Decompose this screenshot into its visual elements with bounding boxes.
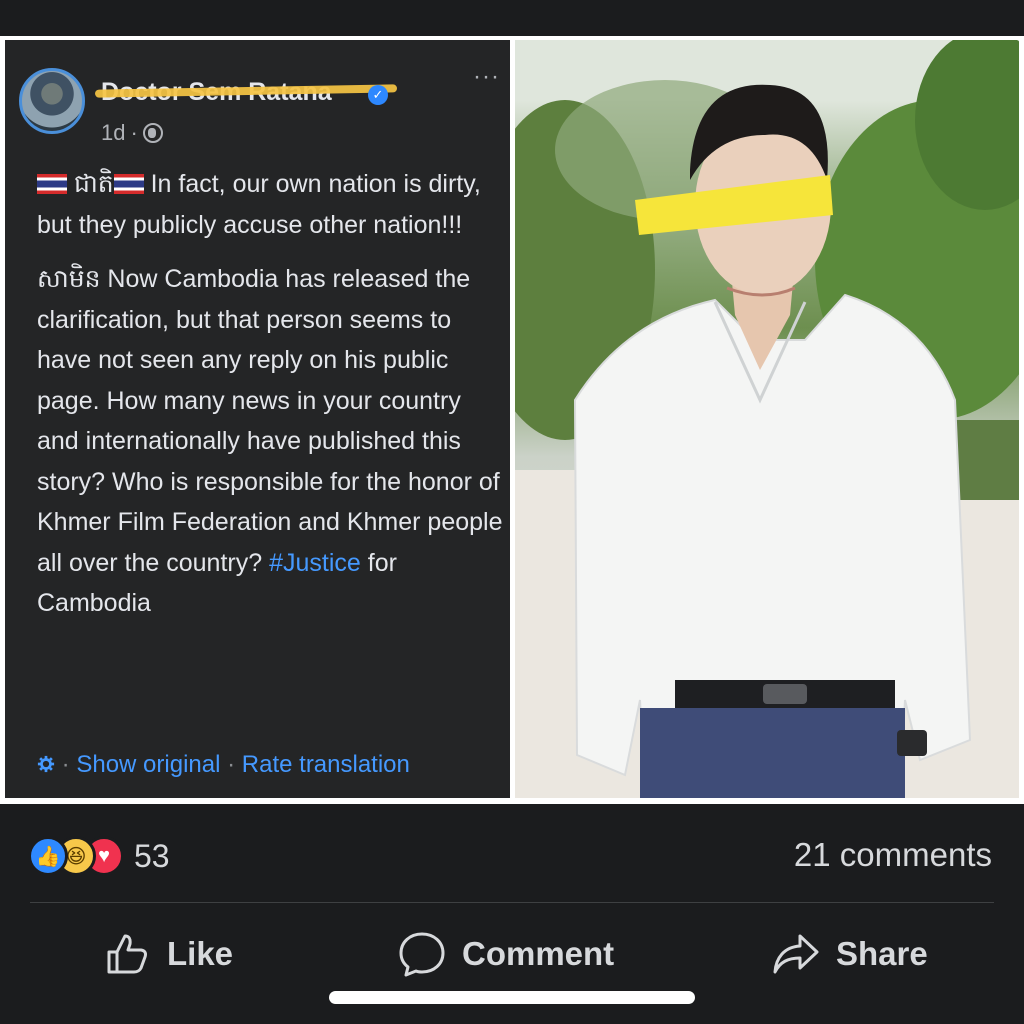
reaction-count: 53 <box>134 837 170 874</box>
khmer-word-2: សាមិន <box>37 265 101 293</box>
gear-icon <box>37 755 55 773</box>
comment-label: Comment <box>462 935 615 972</box>
reaction-summary[interactable]: 👍 😆 ♥ 53 <box>28 836 170 876</box>
translation-row: · Show original · Rate translation <box>37 751 410 779</box>
thumbs-up-icon <box>107 934 147 974</box>
post-time: 1d <box>101 120 126 145</box>
comments-count[interactable]: 21 comments <box>794 836 992 874</box>
post-body: ជាតិ In fact, our own nation is dirty, b… <box>37 164 503 638</box>
thai-flag-icon <box>113 174 144 194</box>
like-reaction-icon: 👍 <box>28 836 68 876</box>
avatar <box>19 68 85 134</box>
action-divider <box>30 902 994 903</box>
post-paragraph-1: ជាតិ In fact, our own nation is dirty, b… <box>37 164 503 245</box>
home-indicator[interactable] <box>329 991 695 1004</box>
photo-illustration <box>515 40 1019 798</box>
more-options-icon: ··· <box>473 63 500 90</box>
khmer-word-1: ជាតិ <box>73 170 114 198</box>
show-original-link: Show original <box>76 751 221 778</box>
verified-badge-icon: ✓ <box>368 85 388 105</box>
paragraph-2-text: Now Cambodia has released the clarificat… <box>37 265 503 577</box>
like-label: Like <box>167 935 234 972</box>
share-button[interactable]: Share <box>772 928 928 980</box>
censored-person-photo <box>515 40 1019 798</box>
comment-button[interactable]: Comment <box>398 928 614 980</box>
comment-bubble-icon <box>399 932 445 977</box>
post-meta: 1d · <box>101 120 163 146</box>
top-bar <box>0 0 1024 36</box>
embedded-post-screenshot: Doctor Sem Ratana ✓ ··· 1d · ជាតិ In fac… <box>5 40 510 798</box>
globe-icon <box>142 123 163 143</box>
thai-flag-icon <box>37 174 67 194</box>
rate-translation-link: Rate translation <box>241 751 410 778</box>
post-paragraph-2: សាមិន Now Cambodia has released the clar… <box>37 259 503 624</box>
translation-separator: · <box>227 751 236 778</box>
post-media[interactable]: Doctor Sem Ratana ✓ ··· 1d · ជាតិ In fac… <box>0 36 1024 804</box>
translation-separator: · <box>61 751 70 778</box>
share-label: Share <box>836 935 928 972</box>
hashtag-link: #Justice <box>269 548 361 577</box>
meta-separator: · <box>130 120 138 145</box>
like-button[interactable]: Like <box>103 928 233 980</box>
share-arrow-icon <box>773 934 819 974</box>
